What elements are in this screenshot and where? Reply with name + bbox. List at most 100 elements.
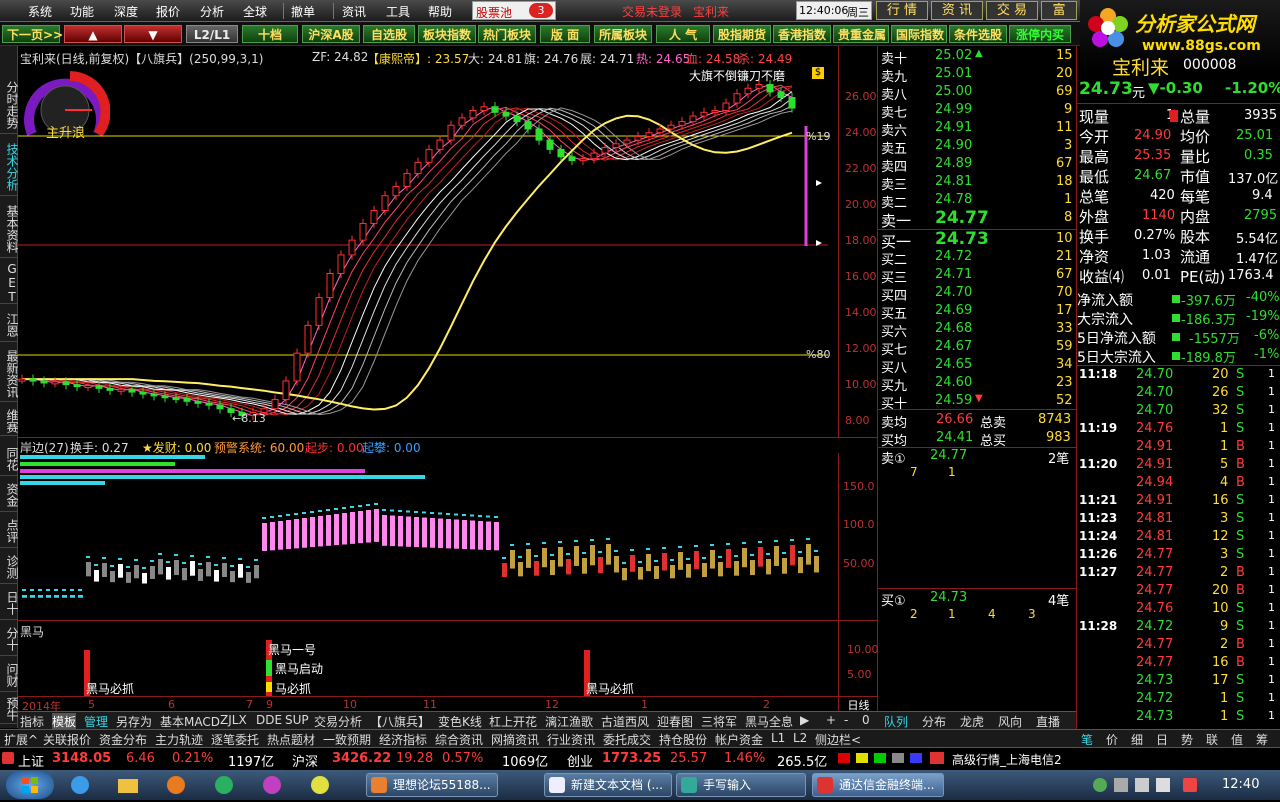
extension-tab[interactable]: 综合资讯 xyxy=(435,731,483,748)
tray-network-icon[interactable] xyxy=(1135,778,1149,792)
indicator-tab[interactable]: SUP xyxy=(285,713,309,727)
futures-button[interactable]: 股指期货 xyxy=(713,25,771,43)
tray-icon-2[interactable] xyxy=(1114,778,1128,792)
taskbar-clock[interactable]: 12:40 xyxy=(1222,777,1259,792)
extension-tab[interactable]: 行业资讯 xyxy=(547,731,595,748)
extension-tab[interactable]: 主力轨迹 xyxy=(155,731,203,748)
rich-button[interactable]: 富 xyxy=(1041,1,1077,20)
tray-ime-icon[interactable] xyxy=(1183,778,1197,792)
indicator-tab[interactable]: 漓江渔歌 xyxy=(545,713,593,730)
metals-button[interactable]: 贵重金属 xyxy=(833,25,889,43)
tab-intraday[interactable]: 分时走势 xyxy=(0,76,19,134)
up-button[interactable]: ▲ xyxy=(64,25,122,43)
start-button[interactable] xyxy=(6,771,54,799)
extension-tab[interactable]: 热点题材 xyxy=(267,731,315,748)
tab-wencai[interactable]: 问财 xyxy=(0,658,19,692)
tab-gann[interactable]: 江恩 xyxy=(0,308,19,342)
extension-tab[interactable]: 帐户资金 xyxy=(715,731,763,748)
extension-tab[interactable]: 委托成交 xyxy=(603,731,651,748)
tab-funds[interactable]: 资金 xyxy=(0,478,19,512)
tab-get[interactable]: GET xyxy=(0,260,19,304)
indicator-tab[interactable]: 另存为 xyxy=(116,713,152,730)
menu-help[interactable]: 帮助 xyxy=(428,3,452,20)
x-axis-unit[interactable]: 日线 xyxy=(838,696,878,712)
extension-tab[interactable]: 侧边栏< xyxy=(815,731,861,748)
tab-link[interactable]: 联 xyxy=(1206,731,1218,748)
layout-button[interactable]: 版 面 xyxy=(540,25,590,43)
hot-sector-button[interactable]: 热门板块 xyxy=(478,25,536,43)
tab-forecast[interactable]: 预牛 xyxy=(0,694,19,724)
menu-depth[interactable]: 深度 xyxy=(114,3,138,20)
extension-tab[interactable]: 资金分布 xyxy=(99,731,147,748)
tab-price[interactable]: 价 xyxy=(1106,731,1118,748)
down-button[interactable]: ▼ xyxy=(124,25,182,43)
extension-tab[interactable]: 网摘资讯 xyxy=(491,731,539,748)
tab-distribution[interactable]: 分布 xyxy=(922,713,946,730)
tab-value[interactable]: 值 xyxy=(1231,731,1243,748)
menu-analysis[interactable]: 分析 xyxy=(200,3,224,20)
tab-min-ten[interactable]: 分十 xyxy=(0,622,19,656)
tab-technical[interactable]: 技术分析 xyxy=(0,138,19,196)
stock-screen-button[interactable]: 条件选股 xyxy=(949,25,1007,43)
taskbar-app2-icon[interactable] xyxy=(252,773,292,797)
menu-global[interactable]: 全球 xyxy=(243,3,267,20)
taskbar-folder-icon[interactable] xyxy=(108,773,148,797)
ten-level-button[interactable]: 十档 xyxy=(242,25,298,43)
tab-live[interactable]: 直播 xyxy=(1036,713,1060,730)
hk-index-button[interactable]: 香港指数 xyxy=(773,25,831,43)
task-notepad[interactable]: 新建文本文档 (... xyxy=(544,773,672,797)
indicator-tab[interactable]: 迎春图 xyxy=(657,713,693,730)
next-page-button[interactable]: 下一页>> xyxy=(2,25,63,43)
indicator-tab[interactable]: 三将军 xyxy=(701,713,737,730)
watchlist-button[interactable]: 自选股 xyxy=(363,25,415,43)
tab-tonghua[interactable]: 同花 xyxy=(0,442,19,476)
tab-review[interactable]: 点评 xyxy=(0,514,19,548)
stock-pool-button[interactable]: 股票池 3 xyxy=(472,1,556,20)
intl-index-button[interactable]: 国际指数 xyxy=(891,25,947,43)
menu-news[interactable]: 资讯 xyxy=(342,3,366,20)
scroll-right-icon[interactable]: ▶ xyxy=(800,713,809,727)
market-button[interactable]: 行 情 xyxy=(876,1,928,20)
extension-tab[interactable]: 关联报价 xyxy=(43,731,91,748)
news-button[interactable]: 资 讯 xyxy=(931,1,983,20)
task-handwrite[interactable]: 手写输入 xyxy=(676,773,806,797)
indicator-tab[interactable]: 古道西风 xyxy=(601,713,649,730)
indicator-tab[interactable]: 模板 xyxy=(52,713,77,730)
zoom-button[interactable]: 0 xyxy=(862,713,870,727)
tab-chips[interactable]: 筹 xyxy=(1256,731,1268,748)
sector-index-button[interactable]: 板块指数 xyxy=(418,25,476,43)
tab-dragon[interactable]: 龙虎 xyxy=(960,713,984,730)
zoom-button[interactable]: - xyxy=(844,713,848,727)
sh-sz-a-button[interactable]: 沪深A股 xyxy=(302,25,360,43)
indicator-tab[interactable]: ZJLX xyxy=(220,713,247,727)
tab-queue[interactable]: 队列 xyxy=(884,713,908,730)
tab-day-ten[interactable]: 日十 xyxy=(0,586,19,620)
indicator-tab[interactable]: 基本MACD xyxy=(160,713,220,730)
tab-ticks[interactable]: 笔 xyxy=(1081,731,1093,748)
indicator-tab[interactable]: 杠上开花 xyxy=(489,713,537,730)
tray-volume-icon[interactable] xyxy=(1156,778,1170,792)
belong-sector-button[interactable]: 所属板块 xyxy=(594,25,652,43)
tab-diagnose[interactable]: 诊测 xyxy=(0,550,19,584)
extension-tab[interactable]: 持仓股份 xyxy=(659,731,707,748)
extension-tab[interactable]: L1 xyxy=(771,731,785,745)
indicator-tab[interactable]: 交易分析 xyxy=(314,713,362,730)
tab-day[interactable]: 日 xyxy=(1156,731,1168,748)
tab-detail[interactable]: 细 xyxy=(1131,731,1143,748)
taskbar-app-icon[interactable] xyxy=(204,773,244,797)
l2-l1-button[interactable]: L2/L1 xyxy=(186,25,238,43)
indicator-tab[interactable]: 黑马全息 xyxy=(745,713,793,730)
server-name[interactable]: 高级行情_上海电信2 xyxy=(952,751,1062,768)
menu-quote[interactable]: 报价 xyxy=(156,3,180,20)
tab-trend[interactable]: 势 xyxy=(1181,731,1193,748)
trade-button[interactable]: 交 易 xyxy=(986,1,1038,20)
taskbar-ie-icon[interactable] xyxy=(60,773,100,797)
extension-tab[interactable]: 经济指标 xyxy=(379,731,427,748)
indicator-tab[interactable]: DDE xyxy=(256,713,282,727)
extension-tab[interactable]: L2 xyxy=(793,731,807,745)
popularity-button[interactable]: 人 气 xyxy=(656,25,710,43)
indicator-tab[interactable]: 变色K线 xyxy=(438,713,482,730)
task-forum[interactable]: 理想论坛55188... xyxy=(366,773,498,797)
indicator-tab[interactable]: 【八旗兵】 xyxy=(370,713,430,730)
extension-tab[interactable]: 扩展^ xyxy=(4,731,38,748)
